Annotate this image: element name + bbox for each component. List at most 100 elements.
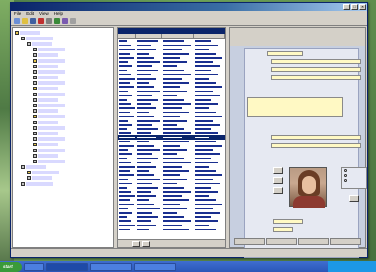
- start-button[interactable]: start: [0, 261, 22, 272]
- settings-icon[interactable]: [70, 18, 76, 24]
- tree-node-label: [38, 53, 58, 57]
- workspace: [11, 27, 367, 258]
- folder-icon: [21, 182, 25, 186]
- taskbar-quicklaunch[interactable]: [24, 262, 44, 271]
- taskbar: start: [0, 261, 376, 272]
- folder-icon: [27, 170, 31, 175]
- grid-navigator: [118, 239, 225, 247]
- tree-node-label: [38, 148, 65, 153]
- notes-field[interactable]: [247, 97, 343, 117]
- grid-nav-button[interactable]: [132, 240, 140, 247]
- menu-view[interactable]: View: [39, 11, 49, 17]
- folder-icon: [33, 148, 37, 153]
- folder-icon: [33, 137, 37, 141]
- folder-icon: [33, 81, 37, 85]
- minimize-button[interactable]: _: [343, 4, 350, 10]
- tree-node-label: [38, 98, 58, 102]
- print-icon[interactable]: [46, 18, 52, 24]
- column-header[interactable]: [162, 34, 194, 38]
- folder-icon: [27, 176, 31, 180]
- tree-node-label: [38, 70, 65, 74]
- folder-icon: [33, 103, 37, 108]
- tree-node-label: [38, 137, 65, 141]
- form-field[interactable]: [267, 51, 303, 56]
- form-tab[interactable]: [298, 238, 329, 245]
- tree-node-label: [38, 159, 65, 164]
- folder-icon: [33, 75, 37, 80]
- close-button[interactable]: ×: [359, 4, 366, 10]
- column-header[interactable]: [136, 34, 162, 38]
- column-header[interactable]: [118, 34, 136, 38]
- tree-node-label: [38, 142, 58, 147]
- table-cell: [162, 227, 194, 231]
- grid-nav-button[interactable]: [142, 240, 150, 247]
- tree-node-label: [38, 154, 58, 158]
- app-window: _ □ × File Edit View Help: [10, 2, 368, 258]
- save-icon[interactable]: [30, 18, 36, 24]
- data-grid[interactable]: [117, 27, 226, 248]
- system-tray: [328, 261, 376, 272]
- tree-node-label: [38, 81, 65, 85]
- taskbar-item[interactable]: [90, 262, 132, 271]
- menu-file[interactable]: File: [14, 11, 21, 17]
- photo-save-button[interactable]: [273, 187, 283, 194]
- refresh-icon[interactable]: [54, 18, 60, 24]
- folder-icon: [33, 142, 37, 147]
- tree-node-label: [38, 126, 65, 130]
- table-cell: [118, 227, 136, 231]
- tree-node-label: [38, 131, 58, 136]
- folder-icon: [33, 59, 37, 63]
- form-body: [244, 48, 367, 258]
- form-tab[interactable]: [330, 238, 361, 245]
- folder-icon: [33, 131, 37, 136]
- menu-help[interactable]: Help: [54, 11, 63, 17]
- tree-node-label: [38, 64, 58, 69]
- tree-node-label: [38, 109, 58, 113]
- photo-load-button[interactable]: [273, 167, 283, 174]
- radio-option[interactable]: [342, 178, 366, 183]
- tree-node-label: [38, 120, 58, 125]
- taskbar-item[interactable]: [134, 262, 176, 271]
- browse-button[interactable]: [349, 195, 359, 202]
- tree-node-label: [26, 36, 53, 41]
- folder-icon: [21, 36, 25, 41]
- delete-icon[interactable]: [38, 18, 44, 24]
- photo-clear-button[interactable]: [273, 177, 283, 184]
- tree-node[interactable]: [15, 181, 111, 187]
- tree-node-label: [26, 165, 46, 169]
- table-row[interactable]: [118, 227, 225, 231]
- search-icon[interactable]: [62, 18, 68, 24]
- form-header: [230, 28, 365, 46]
- employee-photo: [289, 167, 327, 208]
- form-tab[interactable]: [266, 238, 297, 245]
- table-cell: [136, 227, 162, 231]
- new-icon[interactable]: [14, 18, 20, 24]
- form-field[interactable]: [271, 59, 361, 64]
- folder-icon: [33, 70, 37, 74]
- form-field[interactable]: [271, 75, 361, 80]
- folder-icon: [33, 120, 37, 125]
- form-tab[interactable]: [234, 238, 265, 245]
- folder-icon: [33, 98, 37, 102]
- taskbar-item[interactable]: [46, 262, 88, 271]
- folder-icon: [27, 42, 31, 46]
- form-field[interactable]: [271, 67, 361, 72]
- folder-icon: [33, 92, 37, 97]
- tree-node-label: [20, 31, 40, 35]
- folder-icon: [33, 109, 37, 113]
- form-field[interactable]: [273, 227, 293, 232]
- tree-node-label: [38, 114, 65, 119]
- folder-icon: [33, 47, 37, 52]
- option-group: [341, 167, 367, 189]
- form-field[interactable]: [271, 143, 361, 148]
- maximize-button[interactable]: □: [351, 4, 358, 10]
- detail-form: [229, 27, 367, 258]
- form-field[interactable]: [271, 135, 361, 140]
- folder-icon: [33, 64, 37, 69]
- title-bar[interactable]: _ □ ×: [11, 3, 367, 11]
- form-field[interactable]: [273, 219, 303, 224]
- open-icon[interactable]: [22, 18, 28, 24]
- tree-view[interactable]: [12, 27, 114, 248]
- menu-edit[interactable]: Edit: [26, 11, 34, 17]
- column-header[interactable]: [194, 34, 225, 38]
